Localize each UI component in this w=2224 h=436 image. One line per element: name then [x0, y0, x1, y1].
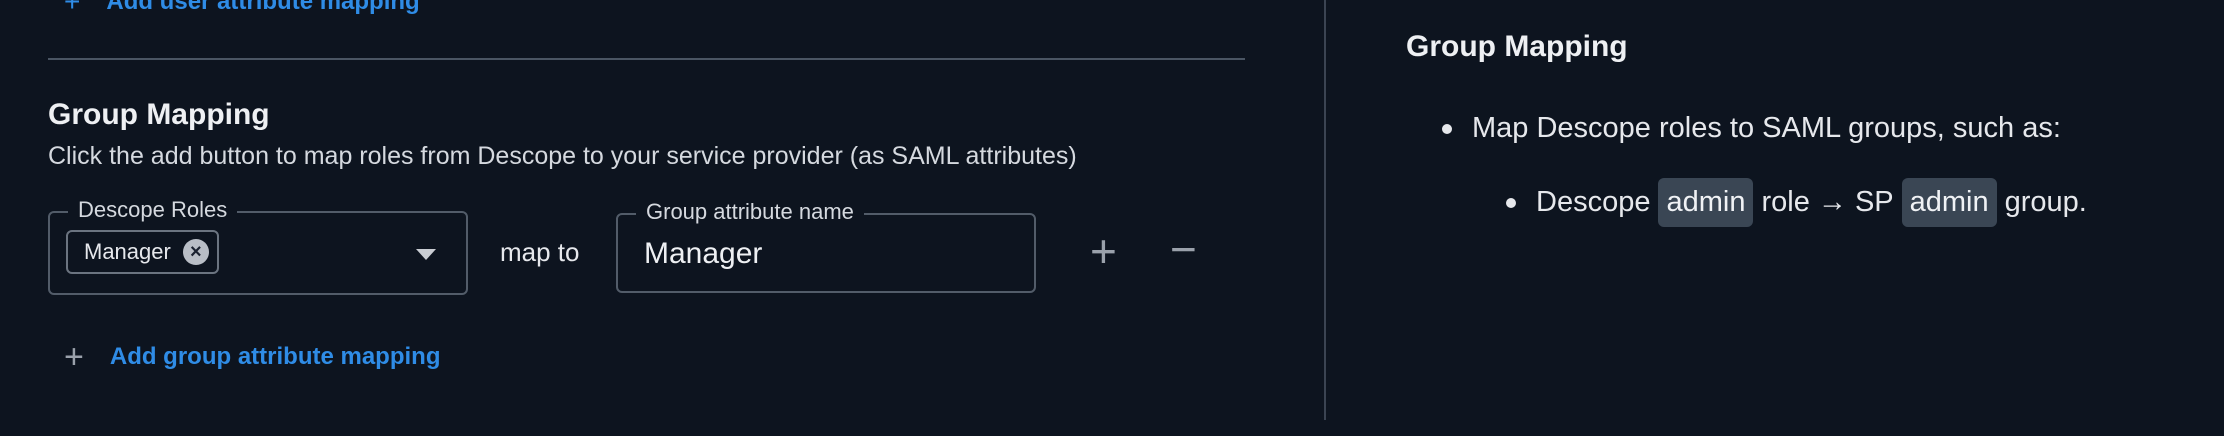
help-bullet: Map Descope roles to SAML groups, such a… [1442, 112, 2061, 145]
role-chip-label: Manager [84, 239, 171, 264]
plus-icon: + [64, 0, 81, 17]
group-attribute-name-field: Group attribute name [616, 199, 1036, 293]
plus-icon: + [64, 338, 84, 376]
close-circle-icon[interactable]: × [182, 239, 209, 265]
minus-icon[interactable]: − [1170, 226, 1197, 272]
section-divider [48, 58, 1245, 60]
bullet-dot [1442, 123, 1452, 134]
help-sub-bullet-part-1: Descope [1536, 186, 1651, 218]
role-chip: Manager × [66, 230, 219, 274]
add-user-attribute-mapping-link[interactable]: + Add user attribute mapping [64, 0, 420, 18]
group-attribute-name-input[interactable] [644, 229, 1004, 279]
plus-icon[interactable]: + [1090, 228, 1117, 274]
add-group-attribute-mapping-label: Add group attribute mapping [109, 343, 441, 370]
help-sub-bullet-part-3: group. [2004, 186, 2087, 218]
descope-roles-legend: Descope Roles [68, 197, 238, 223]
add-user-attribute-mapping-label: Add user attribute mapping [106, 0, 420, 15]
code-admin-role: admin [1658, 178, 1754, 227]
help-bullet-text: Map Descope roles to SAML groups, such a… [1472, 112, 2061, 144]
help-title: Group Mapping [1406, 30, 1628, 63]
code-admin-group: admin [1901, 178, 1997, 227]
panel-separator [1324, 0, 1326, 420]
group-mapping-description: Click the add button to map roles from D… [48, 142, 1077, 170]
descope-roles-select[interactable]: Descope Roles Manager × [48, 197, 468, 295]
bullet-dot [1506, 197, 1516, 208]
group-mapping-title: Group Mapping [48, 98, 270, 131]
help-sub-bullet: Descope admin role → SP admin group. [1506, 178, 2087, 227]
map-to-label: map to [500, 237, 580, 267]
add-group-attribute-mapping-link[interactable]: + Add group attribute mapping [64, 340, 441, 374]
help-sub-bullet-part-2: role → SP [1761, 186, 1894, 218]
caret-down-icon[interactable] [416, 249, 436, 260]
group-attribute-name-legend: Group attribute name [636, 199, 864, 225]
